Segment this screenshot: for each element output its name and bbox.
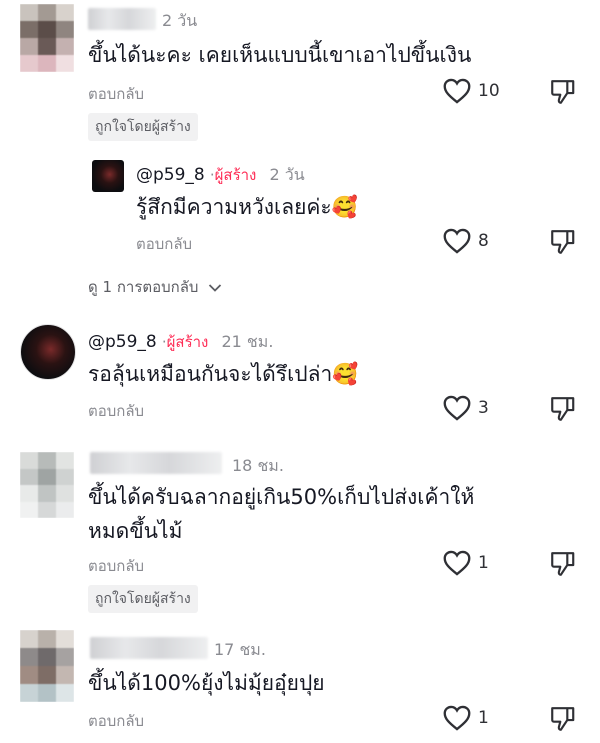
username-blurred[interactable] xyxy=(90,637,208,659)
reply-button[interactable]: ตอบกลับ xyxy=(88,709,144,733)
comment-text-line-1: ขึ้นได้ครับฉลากอยู่เกิน50%เก็บไปส่งเค้าใ… xyxy=(88,485,475,509)
avatar[interactable] xyxy=(20,452,74,518)
thumbs-down-icon[interactable] xyxy=(550,228,576,256)
comment-text-line-2: หมดขึ้นไม้ xyxy=(88,519,183,543)
avatar[interactable] xyxy=(20,4,74,72)
thumbs-down-icon[interactable] xyxy=(550,705,576,733)
thumbs-down-icon[interactable] xyxy=(550,395,576,423)
comment-time: 2 วัน xyxy=(269,165,305,184)
comment-text: รู้สึกมีความหวังเลยค่ะ🥰 xyxy=(136,195,358,219)
thumbs-down-icon[interactable] xyxy=(550,78,576,106)
like-count: 1 xyxy=(478,708,489,728)
heart-outline-icon[interactable] xyxy=(443,228,471,254)
comment-text: รอลุ้นเหมือนกันจะได้รึเปล่า🥰 xyxy=(88,362,359,386)
avatar[interactable] xyxy=(20,324,76,380)
like-count: 8 xyxy=(478,231,489,251)
avatar[interactable] xyxy=(20,630,74,702)
view-replies-label: ดู 1 การตอบกลับ xyxy=(88,278,199,296)
like-count: 3 xyxy=(478,398,489,418)
liked-by-creator-badge: ถูกใจโดยผู้สร้าง xyxy=(88,585,198,613)
liked-by-creator-badge: ถูกใจโดยผู้สร้าง xyxy=(88,113,198,141)
comment-text: ขึ้นได้100%ยุ้งไม่มุ้ยอุ๋ยปุย xyxy=(88,671,325,695)
chevron-down-icon xyxy=(208,283,222,293)
view-replies-button[interactable]: ดู 1 การตอบกลับ xyxy=(88,275,222,299)
reply-button[interactable]: ตอบกลับ xyxy=(136,232,192,256)
reply-button[interactable]: ตอบกลับ xyxy=(88,554,144,578)
creator-label: ผู้สร้าง xyxy=(166,333,209,351)
reply-button[interactable]: ตอบกลับ xyxy=(88,82,144,106)
username[interactable]: @p59_8 xyxy=(136,165,205,185)
comment-time: 17 ชม. xyxy=(214,640,266,659)
like-count: 10 xyxy=(478,81,500,101)
heart-outline-icon[interactable] xyxy=(443,395,471,421)
reply-button[interactable]: ตอบกลับ xyxy=(88,399,144,423)
heart-outline-icon[interactable] xyxy=(443,550,471,576)
heart-outline-icon[interactable] xyxy=(443,78,471,104)
username-blurred[interactable] xyxy=(90,452,222,474)
username[interactable]: @p59_8 xyxy=(88,332,157,352)
comment-time: 2 วัน xyxy=(162,11,198,30)
comment-time: 18 ชม. xyxy=(232,456,284,475)
comment-text: ขึ้นได้นะคะ เคยเห็นแบบนี้เขาเอาไปขึ้นเงิ… xyxy=(88,43,472,67)
avatar[interactable] xyxy=(92,160,124,192)
like-count: 1 xyxy=(478,553,489,573)
comment-time: 21 ชม. xyxy=(221,332,274,351)
heart-outline-icon[interactable] xyxy=(443,705,471,731)
reply-header: @p59_8 ·ผู้สร้าง 2 วัน xyxy=(136,163,305,188)
username-blurred[interactable] xyxy=(88,8,156,30)
thumbs-down-icon[interactable] xyxy=(550,550,576,578)
comment-header: @p59_8 ·ผู้สร้าง 21 ชม. xyxy=(88,330,273,355)
creator-label: ผู้สร้าง xyxy=(214,166,257,184)
